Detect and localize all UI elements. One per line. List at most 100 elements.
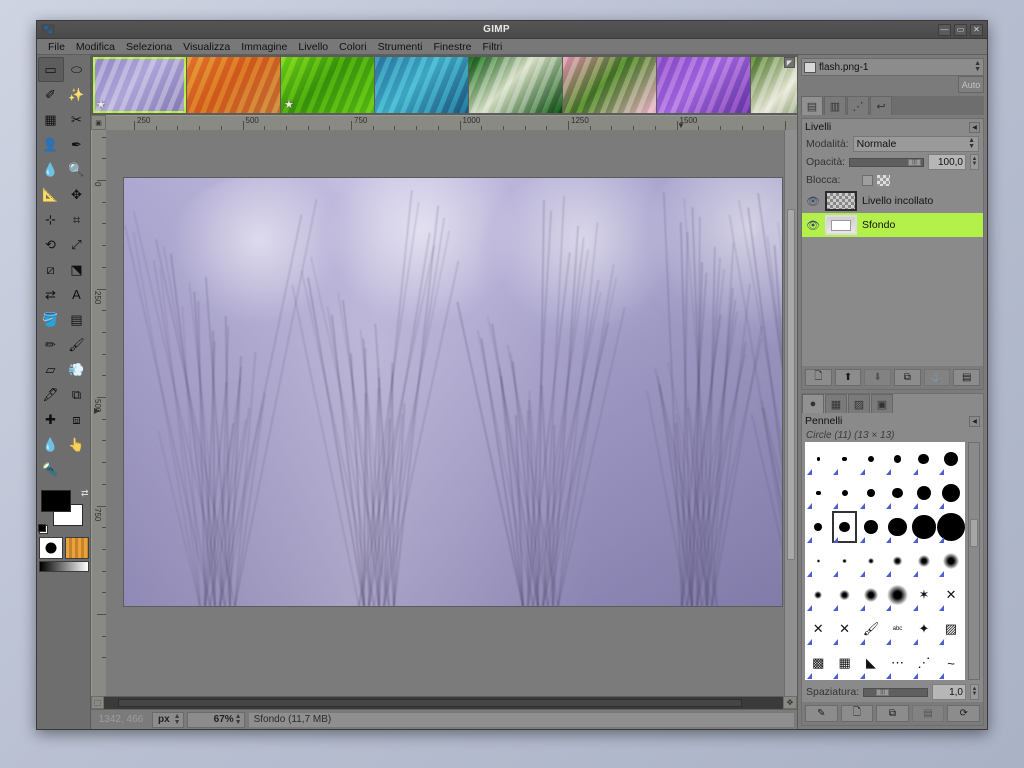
image-canvas[interactable] (124, 178, 782, 606)
zoom-selector[interactable]: 67% ▲▼ (187, 712, 245, 728)
scale-tool[interactable]: ⤢ (64, 232, 90, 257)
text-tool[interactable]: A (64, 282, 90, 307)
unit-spin-icon[interactable]: ▲▼ (173, 714, 181, 726)
unit-selector[interactable]: px ▲▼ (152, 712, 184, 728)
brush-cell[interactable] (805, 476, 831, 510)
layers-collapse-icon[interactable]: ◀ (969, 122, 980, 133)
canvas-horizontal-scrollbar[interactable] (104, 696, 783, 709)
fuzzy-select-tool[interactable]: ✨ (64, 82, 90, 107)
brush-cell[interactable] (805, 442, 831, 476)
menu-modifica[interactable]: Modifica (71, 40, 120, 54)
patterns-tab[interactable]: ▦ (825, 394, 847, 413)
opacity-spin-icon[interactable]: ▲▼ (970, 154, 979, 170)
brush-cell[interactable] (858, 544, 884, 578)
quickmask-toggle-button[interactable]: ⬚ (91, 696, 104, 709)
layer-row[interactable]: 👁Livello incollato (802, 189, 983, 213)
brushes-tab[interactable]: ● (802, 394, 824, 413)
auto-follow-button[interactable]: Auto (958, 76, 984, 93)
strip-menu-icon[interactable]: ◤ (784, 57, 795, 68)
brush-cell[interactable] (911, 544, 937, 578)
brush-cell[interactable]: ✕ (805, 612, 831, 646)
brush-cell[interactable]: ✶ (911, 578, 937, 612)
eraser-tool[interactable]: ▱ (38, 357, 64, 382)
reset-colors-icon[interactable] (39, 525, 48, 534)
brush-cell[interactable] (884, 578, 910, 612)
free-select-tool[interactable]: ✐ (38, 82, 64, 107)
swap-colors-icon[interactable]: ⇄ (81, 488, 89, 499)
raise-layer-button[interactable]: ⬆ (835, 369, 862, 386)
brush-cell[interactable] (858, 510, 884, 544)
brush-cell[interactable] (884, 442, 910, 476)
thumbnail-green-swirl[interactable]: ★ (281, 57, 374, 113)
duplicate-brush-button[interactable]: ⧉ (876, 705, 909, 722)
duplicate-layer-button[interactable]: ⧉ (894, 369, 921, 386)
spacing-spin-icon[interactable]: ▲▼ (970, 684, 979, 700)
brush-cell[interactable] (911, 476, 937, 510)
gradient-tool[interactable]: ▤ (64, 307, 90, 332)
brush-cell[interactable]: ✦ (911, 612, 937, 646)
perspective-tool[interactable]: ⬔ (64, 257, 90, 282)
menu-filtri[interactable]: Filtri (477, 40, 507, 54)
vertical-ruler[interactable]: 0250500750▶ (91, 130, 106, 696)
vertical-scroll-thumb[interactable] (787, 209, 795, 560)
airbrush-tool[interactable]: 💨 (64, 357, 90, 382)
brush-cell[interactable]: ~ (937, 646, 965, 680)
ruler-origin-button[interactable]: ▣ (91, 115, 106, 130)
brush-cell[interactable] (858, 578, 884, 612)
brush-cell[interactable]: ⋯ (884, 646, 910, 680)
menu-colori[interactable]: Colori (334, 40, 371, 54)
brush-cell[interactable] (831, 476, 857, 510)
shear-tool[interactable]: ⧄ (38, 257, 64, 282)
zoom-tool[interactable]: 🔍 (64, 157, 90, 182)
zoom-spin-icon[interactable]: ▲▼ (234, 714, 242, 726)
brush-cell[interactable]: ▩ (805, 646, 831, 680)
move-tool[interactable]: ✥ (64, 182, 90, 207)
brush-cell[interactable] (805, 510, 831, 544)
alignment-tool[interactable]: ⊹ (38, 207, 64, 232)
foreground-color-swatch[interactable] (41, 490, 71, 512)
delete-layer-button[interactable]: ▤ (953, 369, 980, 386)
brush-spacing-value[interactable]: 1,0 (932, 684, 966, 700)
brush-cell[interactable] (884, 510, 910, 544)
brushes-collapse-icon[interactable]: ◀ (969, 416, 980, 427)
brush-cell[interactable]: ✕ (831, 612, 857, 646)
rotate-tool[interactable]: ⟲ (38, 232, 64, 257)
channels-tab[interactable]: ▥ (824, 96, 846, 115)
close-button[interactable]: ✕ (970, 24, 983, 36)
menu-finestre[interactable]: Finestre (429, 40, 477, 54)
layer-row[interactable]: 👁Sfondo (802, 213, 983, 237)
brush-cell[interactable] (831, 442, 857, 476)
ink-tool[interactable]: 🖋 (38, 382, 64, 407)
menu-file[interactable]: File (43, 40, 70, 54)
brush-cell[interactable]: ◣ (858, 646, 884, 680)
brush-cell[interactable] (911, 442, 937, 476)
layer-opacity-slider[interactable]: ||| (849, 158, 924, 167)
perspective-clone-tool[interactable]: ⧈ (64, 407, 90, 432)
brush-scroll-thumb[interactable] (970, 519, 978, 547)
brush-cell[interactable] (937, 544, 965, 578)
brush-cell[interactable] (805, 544, 831, 578)
foreground-select-tool[interactable]: 👤 (38, 132, 64, 157)
brush-cell[interactable] (831, 510, 857, 544)
brush-cell[interactable]: 🖌 (858, 612, 884, 646)
gradients-tab[interactable]: ▨ (848, 394, 870, 413)
brush-cell[interactable] (884, 476, 910, 510)
brush-cell[interactable] (937, 476, 965, 510)
layer-opacity-value[interactable]: 100,0 (928, 154, 966, 170)
horizontal-scroll-thumb[interactable] (118, 699, 743, 707)
select-by-color-tool[interactable]: ▦ (38, 107, 64, 132)
menu-seleziona[interactable]: Seleziona (121, 40, 177, 54)
thumbnail-dandelion-white[interactable] (469, 57, 562, 113)
brush-cell[interactable] (858, 476, 884, 510)
menu-visualizza[interactable]: Visualizza (178, 40, 235, 54)
active-gradient-indicator[interactable] (39, 561, 89, 572)
menu-strumenti[interactable]: Strumenti (373, 40, 428, 54)
horizontal-ruler[interactable]: 250500750100012501500▼ (106, 115, 797, 130)
lock-pixels-checkbox[interactable] (862, 175, 873, 186)
brush-grid[interactable]: ✶✕✕✕🖌abc✦▨▩▦◣⋯⋰~▂✾≈❈⌇▃◤▬◥◣◢◤ (805, 442, 965, 680)
canvas-area[interactable] (106, 130, 784, 696)
edit-brush-button[interactable]: ✎ (805, 705, 838, 722)
paths-tab[interactable]: ⋰ (847, 96, 869, 115)
minimize-button[interactable]: — (938, 24, 951, 36)
smudge-tool[interactable]: 👆 (64, 432, 90, 457)
